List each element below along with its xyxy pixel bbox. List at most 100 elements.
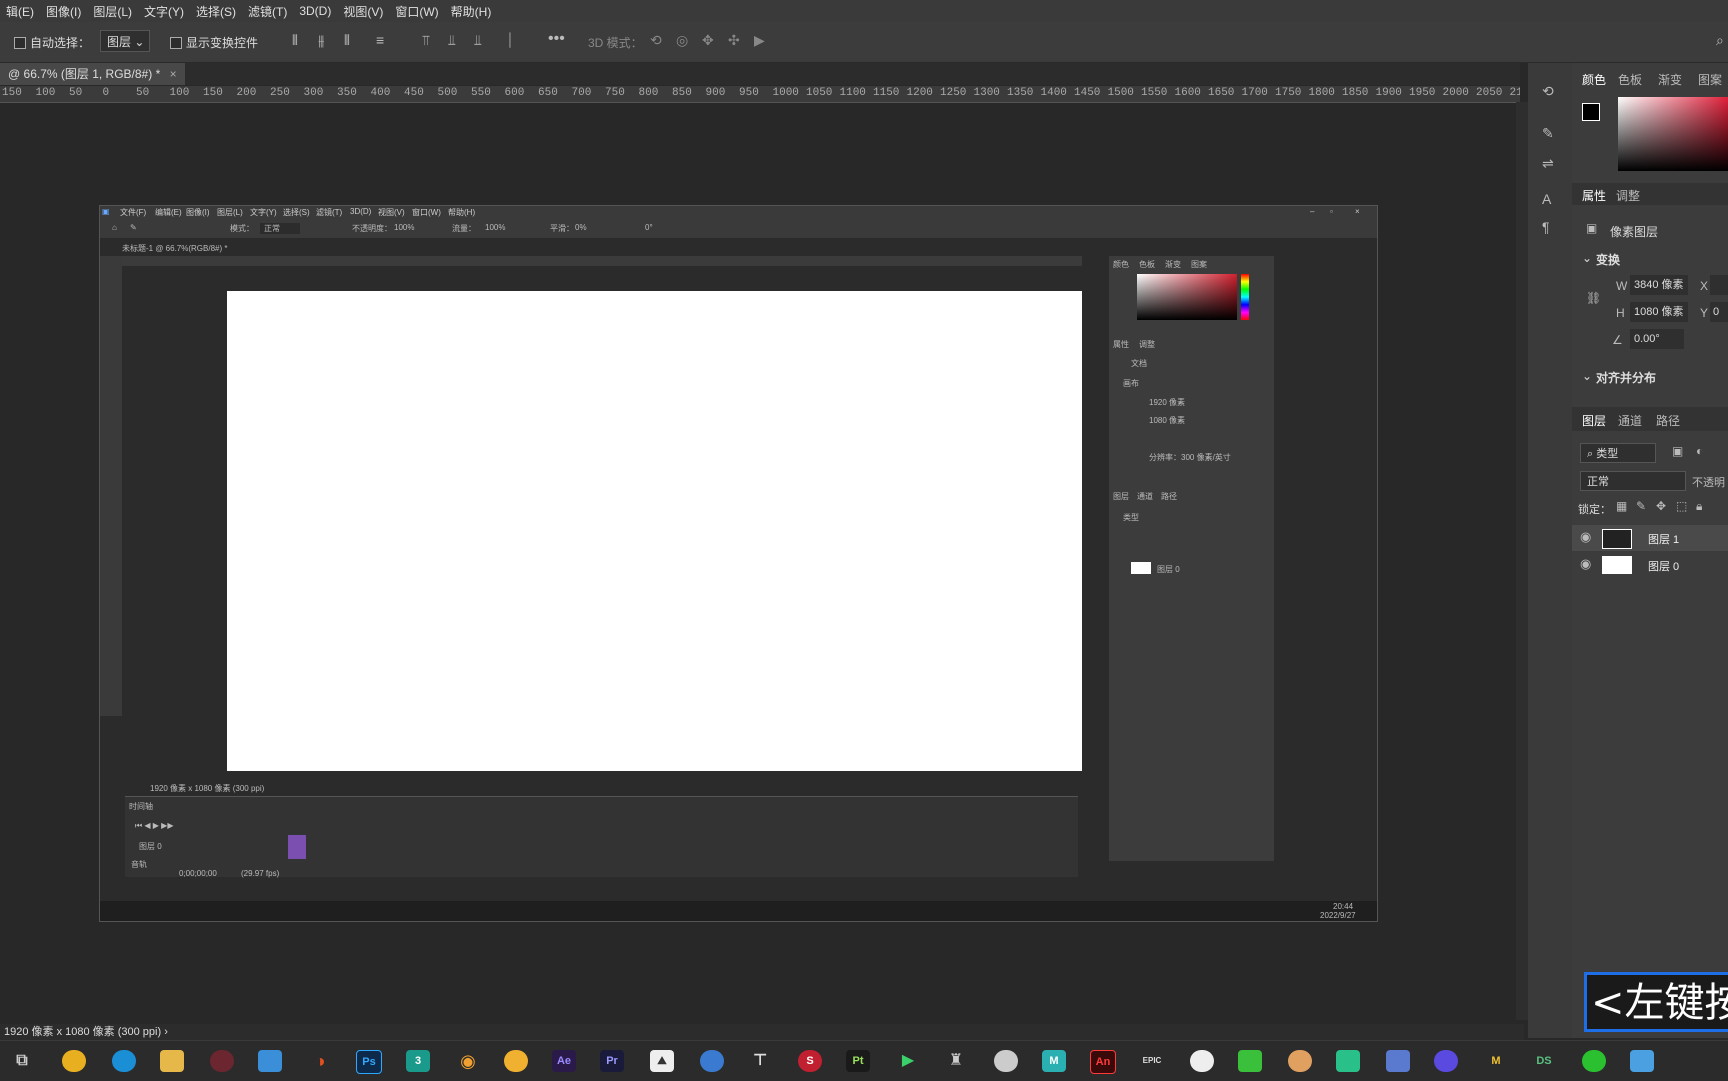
substance-icon[interactable]: S <box>798 1050 822 1072</box>
align-top-icon[interactable]: ⫪ <box>422 32 430 49</box>
premiere-icon[interactable]: Pr <box>600 1050 624 1072</box>
menu-type[interactable]: 文字(Y) <box>138 3 190 20</box>
layer-row-0[interactable]: ◉ 图层 0 <box>1572 552 1728 578</box>
app-icon[interactable] <box>994 1050 1018 1072</box>
menu-layer[interactable]: 图层(L) <box>87 3 138 20</box>
lock-move-icon[interactable]: ✥ <box>1656 499 1666 513</box>
eye-icon[interactable]: ◉ <box>1580 529 1591 545</box>
app-icon[interactable]: ♜ <box>944 1050 968 1072</box>
angle-input[interactable]: 0.00° <box>1630 329 1684 349</box>
after-effects-icon[interactable]: Ae <box>552 1050 576 1072</box>
filter-adjust-icon[interactable]: ◐ <box>1696 444 1703 458</box>
app-icon[interactable]: ⛰ <box>650 1050 674 1072</box>
app-icon[interactable] <box>1190 1050 1214 1072</box>
height-input[interactable]: 1080 像素 <box>1630 302 1688 322</box>
eye-icon[interactable]: ◉ <box>1580 556 1591 572</box>
search-icon[interactable]: ⌕ <box>1716 32 1724 49</box>
wechat-icon[interactable] <box>1582 1050 1606 1072</box>
blender-icon[interactable]: ◉ <box>456 1050 480 1072</box>
paragraph-icon[interactable]: ¶ <box>1542 219 1550 235</box>
x-input[interactable] <box>1710 275 1728 295</box>
width-input[interactable]: 3840 像素 <box>1630 275 1688 295</box>
tab-gradients[interactable]: 渐变 <box>1658 71 1682 88</box>
photoshop-icon[interactable]: Ps <box>356 1050 382 1074</box>
3dsmax-icon[interactable]: 3 <box>406 1050 430 1072</box>
task-view-icon[interactable]: ⧉ <box>10 1050 34 1072</box>
menu-edit[interactable]: 辑(E) <box>0 3 40 20</box>
history-icon[interactable]: ⟲ <box>1542 83 1554 100</box>
app-icon[interactable] <box>1386 1050 1410 1072</box>
roll-icon[interactable]: ◎ <box>676 32 688 49</box>
menu-select[interactable]: 选择(S) <box>190 3 242 20</box>
lock-paint-icon[interactable]: ✎ <box>1636 499 1646 513</box>
color-picker-field[interactable] <box>1618 97 1728 171</box>
lock-transparent-icon[interactable]: ▦ <box>1616 499 1627 513</box>
app-icon[interactable] <box>504 1050 528 1072</box>
tab-swatches[interactable]: 色板 <box>1618 71 1642 88</box>
menu-window[interactable]: 窗口(W) <box>389 3 444 20</box>
brush-settings-icon[interactable]: ✎ <box>1542 125 1554 142</box>
chrome-icon[interactable] <box>62 1050 86 1072</box>
app-icon[interactable]: ▶ <box>896 1050 920 1072</box>
menu-help[interactable]: 帮助(H) <box>445 3 498 20</box>
tab-color[interactable]: 颜色 <box>1582 71 1606 88</box>
video-icon[interactable]: ▶ <box>754 32 765 49</box>
lock-all-icon[interactable]: 🔒︎ <box>1696 499 1702 514</box>
distribute-icon[interactable]: ≡ <box>376 32 384 48</box>
align-center-icon[interactable]: ⫵ <box>318 32 324 49</box>
app-icon[interactable] <box>1630 1050 1654 1072</box>
link-icon[interactable]: ⛓ <box>1586 291 1601 305</box>
menu-image[interactable]: 图像(I) <box>40 3 87 20</box>
substance-painter-icon[interactable]: Pt <box>846 1050 870 1072</box>
show-transform-checkbox[interactable] <box>170 37 182 49</box>
orbit-icon[interactable]: ⟲ <box>650 32 662 49</box>
foreground-color-swatch[interactable] <box>1582 103 1600 121</box>
align-left-icon[interactable]: ⫴ <box>292 32 298 49</box>
menu-view[interactable]: 视图(V) <box>337 3 389 20</box>
app-icon[interactable] <box>1434 1050 1458 1072</box>
chevron-right-icon[interactable]: › <box>164 1026 168 1038</box>
lock-artboard-icon[interactable]: ⬚ <box>1676 499 1687 513</box>
vertical-scrollbar[interactable] <box>1516 102 1528 1020</box>
pan-icon[interactable]: ✥ <box>702 32 714 49</box>
blend-mode-dropdown[interactable]: 正常 <box>1580 471 1686 491</box>
layer-dropdown[interactable]: 图层 ⌄ <box>100 30 150 52</box>
tab-channels[interactable]: 通道 <box>1618 412 1642 429</box>
daz-studio-icon[interactable]: DS <box>1532 1050 1556 1072</box>
maya-icon[interactable]: M <box>1042 1050 1066 1072</box>
transform-chevron-icon[interactable]: ⌄ <box>1582 251 1592 265</box>
tab-layers[interactable]: 图层 <box>1582 412 1606 429</box>
slide-icon[interactable]: ✣ <box>728 32 740 49</box>
tab-adjustments[interactable]: 调整 <box>1616 187 1640 204</box>
tab-paths[interactable]: 路径 <box>1656 412 1680 429</box>
layer-name[interactable]: 图层 0 <box>1648 558 1679 574</box>
document-tab[interactable]: @ 66.7% (图层 1, RGB/8#) * × <box>0 63 185 85</box>
auto-select-checkbox[interactable] <box>14 37 26 49</box>
y-input[interactable]: 0 <box>1710 302 1728 322</box>
character-icon[interactable]: A <box>1542 191 1551 207</box>
app-icon[interactable] <box>210 1050 234 1072</box>
layer-name[interactable]: 图层 1 <box>1648 531 1679 547</box>
app-icon[interactable] <box>1238 1050 1262 1072</box>
align-right-icon[interactable]: ⫴ <box>344 32 350 49</box>
tab-patterns[interactable]: 图案 <box>1698 71 1722 88</box>
align-bottom-icon[interactable]: ⫫ <box>474 32 482 49</box>
epic-games-icon[interactable]: EPIC <box>1140 1050 1164 1072</box>
menu-3d[interactable]: 3D(D) <box>293 4 337 18</box>
app-icon[interactable] <box>1336 1050 1360 1072</box>
layer-row-1[interactable]: ◉ 图层 1 <box>1572 525 1728 551</box>
tab-properties[interactable]: 属性 <box>1582 187 1606 204</box>
app-icon[interactable]: ◑ <box>308 1050 332 1072</box>
align-middle-icon[interactable]: ⫫ <box>448 32 456 49</box>
close-icon[interactable]: × <box>170 67 177 81</box>
edge-icon[interactable] <box>112 1050 136 1072</box>
animate-icon[interactable]: An <box>1090 1050 1116 1074</box>
adjust-icon[interactable]: ⇌ <box>1542 155 1554 172</box>
file-explorer-icon[interactable] <box>160 1050 184 1072</box>
app-icon[interactable] <box>1288 1050 1312 1072</box>
more-icon[interactable]: ••• <box>548 30 565 48</box>
layer-filter-dropdown[interactable]: ⌕ 类型 <box>1580 443 1656 463</box>
app-icon[interactable]: ⊤ <box>748 1050 772 1072</box>
app-icon[interactable] <box>700 1050 724 1072</box>
menu-filter[interactable]: 滤镜(T) <box>242 3 293 20</box>
